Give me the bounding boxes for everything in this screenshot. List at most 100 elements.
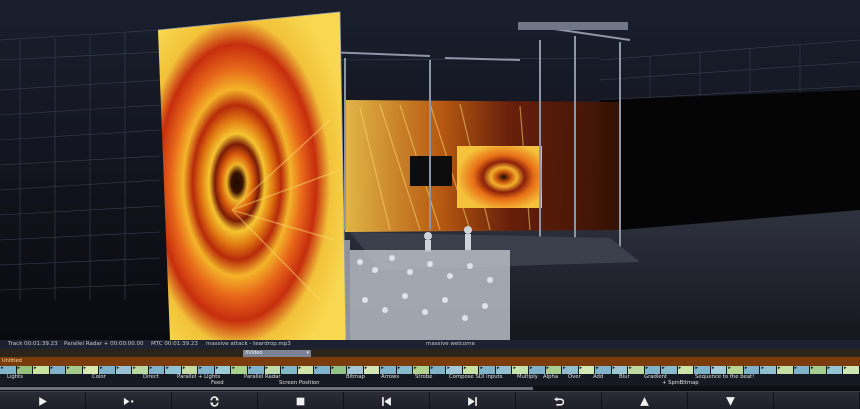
stage-render xyxy=(0,11,860,340)
cue-cell[interactable] xyxy=(49,365,67,374)
stop-icon xyxy=(295,396,306,407)
return-icon xyxy=(553,396,564,407)
cue-name: massive welcome xyxy=(426,341,475,347)
cue-cell[interactable] xyxy=(264,365,282,374)
cue-cell[interactable] xyxy=(347,365,364,374)
cue-cell[interactable] xyxy=(545,365,563,374)
down-icon xyxy=(725,396,736,407)
cue-cell[interactable] xyxy=(776,365,794,374)
cue-cell[interactable] xyxy=(810,365,827,374)
cue-cell[interactable] xyxy=(793,365,811,374)
cue-cell[interactable] xyxy=(677,365,695,374)
cue-cell[interactable] xyxy=(843,365,860,374)
loop-button[interactable] xyxy=(172,392,258,409)
cue-cell[interactable] xyxy=(0,365,17,374)
cue-cell[interactable] xyxy=(743,365,761,374)
cue-cell[interactable] xyxy=(826,365,844,374)
cue-cell[interactable] xyxy=(99,365,116,374)
cue-label[interactable]: Multiply xyxy=(517,374,538,380)
cue-cell[interactable] xyxy=(562,365,579,374)
status-bar: Track 00:01:39.23 Parallel Radar + 00:00… xyxy=(0,340,860,349)
blank-button[interactable] xyxy=(774,392,860,409)
down-button[interactable] xyxy=(688,392,774,409)
cue-cell[interactable] xyxy=(611,365,629,374)
cue-cell[interactable] xyxy=(132,365,149,374)
layer-time: Parallel Radar + 00:00:00.00 xyxy=(64,341,144,347)
cue-cell[interactable] xyxy=(330,365,348,374)
cue-cell[interactable] xyxy=(628,365,645,374)
cue-label[interactable]: Parallel Radar xyxy=(244,374,281,380)
cue-strip[interactable] xyxy=(0,365,860,374)
cue-cell[interactable] xyxy=(165,365,182,374)
cue-label[interactable]: Direct xyxy=(143,374,159,380)
cue-cell[interactable] xyxy=(247,365,265,374)
stop-button[interactable] xyxy=(258,392,344,409)
scrubber-progress xyxy=(0,387,534,390)
cue-label[interactable]: Arrows xyxy=(381,374,399,380)
cue-label[interactable]: Color xyxy=(92,374,106,380)
cue-cell[interactable] xyxy=(214,365,232,374)
cue-cell[interactable] xyxy=(694,365,711,374)
chevron-down-icon: ▾ xyxy=(306,349,309,356)
cue-cell[interactable] xyxy=(661,365,678,374)
cue-cell[interactable] xyxy=(148,365,166,374)
cue-cell[interactable] xyxy=(231,365,248,374)
cue-cell[interactable] xyxy=(512,365,529,374)
cue-cell[interactable] xyxy=(16,365,34,374)
cue-cell[interactable] xyxy=(297,365,315,374)
cue-label[interactable]: Alpha xyxy=(543,374,558,380)
cue-label[interactable]: Sequence to the beat! xyxy=(695,374,754,380)
play-button[interactable] xyxy=(0,392,86,409)
transport-bar xyxy=(0,391,860,409)
cue-label[interactable]: Strobe xyxy=(415,374,432,380)
cue-cell[interactable] xyxy=(479,365,496,374)
cue-cell[interactable] xyxy=(462,365,480,374)
cue-cell[interactable] xyxy=(578,365,596,374)
cue-cell[interactable] xyxy=(66,365,83,374)
previous-button[interactable] xyxy=(344,392,430,409)
video-track[interactable]: XVideo ▾ xyxy=(0,349,860,357)
cue-cell[interactable] xyxy=(644,365,662,374)
cue-cell[interactable] xyxy=(396,365,414,374)
play-icon xyxy=(37,396,48,407)
cue-cell[interactable] xyxy=(198,365,215,374)
cue-cell[interactable] xyxy=(710,365,728,374)
mtc-time: MTC 00:01:39.23 xyxy=(151,341,198,347)
cue-cell[interactable] xyxy=(760,365,777,374)
cue-cell[interactable] xyxy=(181,365,199,374)
cue-cell[interactable] xyxy=(380,365,397,374)
cue-cell[interactable] xyxy=(429,365,447,374)
cue-label[interactable]: Bitmap xyxy=(346,374,365,380)
next-icon xyxy=(467,396,478,407)
loop-icon xyxy=(209,395,220,407)
cue-cell[interactable] xyxy=(495,365,513,374)
cue-label[interactable]: Add xyxy=(593,374,603,380)
cue-cell[interactable] xyxy=(115,365,133,374)
cue-cell[interactable] xyxy=(33,365,50,374)
cue-cell[interactable] xyxy=(82,365,100,374)
cue-cell[interactable] xyxy=(281,365,298,374)
video-layer-select[interactable]: XVideo ▾ xyxy=(243,349,311,357)
track-time: Track 00:01:39.23 xyxy=(8,341,58,347)
cue-cell[interactable] xyxy=(446,365,463,374)
cue-cell[interactable] xyxy=(413,365,430,374)
cue-label[interactable]: Over xyxy=(568,374,581,380)
app-window: Track 00:01:39.23 Parallel Radar + 00:00… xyxy=(0,0,860,409)
untitled-track-label: Untitled xyxy=(2,358,22,364)
cue-cell[interactable] xyxy=(727,365,744,374)
cue-cell[interactable] xyxy=(529,365,546,374)
cue-label[interactable]: Compose SDI inputs xyxy=(449,374,502,380)
return-button[interactable] xyxy=(516,392,602,409)
cue-cell[interactable] xyxy=(595,365,612,374)
stage-3d-viewport[interactable] xyxy=(0,0,860,340)
play-cue-icon xyxy=(123,396,134,407)
cue-label[interactable]: Lights xyxy=(7,374,23,380)
audio-file: massive attack - teardrop.mp3 xyxy=(206,341,291,347)
cue-labels: Lights Color Direct Parallel + Lights Fe… xyxy=(0,374,860,386)
cue-label[interactable]: Blur xyxy=(619,374,630,380)
cue-cell[interactable] xyxy=(314,365,331,374)
up-button[interactable] xyxy=(602,392,688,409)
next-button[interactable] xyxy=(430,392,516,409)
cue-cell[interactable] xyxy=(363,365,381,374)
play-cue-button[interactable] xyxy=(86,392,172,409)
